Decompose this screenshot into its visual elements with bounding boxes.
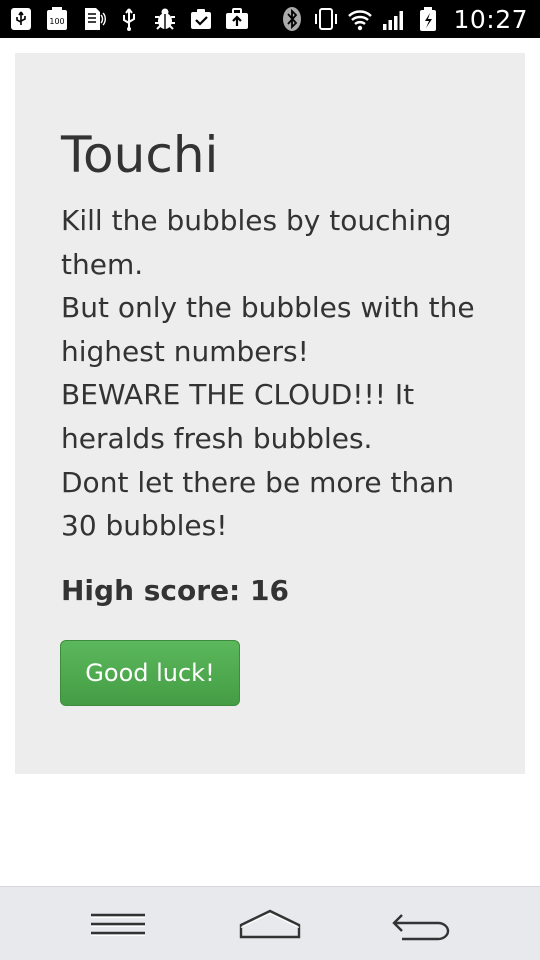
game-instructions: Kill the bubbles by touching them. But o… [61, 199, 491, 548]
menu-icon[interactable] [83, 901, 153, 947]
system-status-icons: 10:27 [279, 4, 528, 34]
home-icon[interactable] [235, 901, 305, 947]
svg-text:100: 100 [49, 17, 64, 26]
status-bar: 100 10:27 [0, 0, 540, 38]
wifi-icon [347, 6, 373, 32]
instruction-line: But only the bubbles with the highest nu… [61, 291, 475, 368]
clipboard-check-icon [188, 6, 214, 32]
bug-icon [152, 6, 178, 32]
high-score-value: 16 [250, 574, 289, 607]
notification-icons: 100 [8, 5, 250, 33]
high-score: High score: 16 [61, 571, 289, 611]
sd-card-icon [80, 6, 106, 32]
instruction-line: Dont let there be more than 30 bubbles! [61, 465, 455, 543]
intro-card: Touchi Kill the bubbles by touching them… [15, 53, 525, 774]
battery-charging-icon [415, 6, 441, 32]
start-game-button[interactable]: Good luck! [60, 640, 240, 706]
signal-icon [381, 6, 407, 32]
briefcase-upload-icon [224, 6, 250, 32]
battery-100-icon: 100 [44, 6, 70, 32]
status-clock: 10:27 [453, 4, 528, 34]
vibrate-icon [313, 6, 339, 32]
usb-debug-icon [116, 6, 142, 32]
usb-icon [8, 6, 34, 32]
navigation-bar [0, 886, 540, 960]
back-icon[interactable] [386, 901, 456, 947]
game-title: Touchi [61, 126, 219, 184]
high-score-label: High score: [61, 574, 241, 607]
instruction-line: BEWARE THE CLOUD!!! It heralds fresh bub… [61, 378, 415, 455]
bluetooth-icon [279, 6, 305, 32]
instruction-line: Kill the bubbles by touching them. [61, 204, 452, 281]
